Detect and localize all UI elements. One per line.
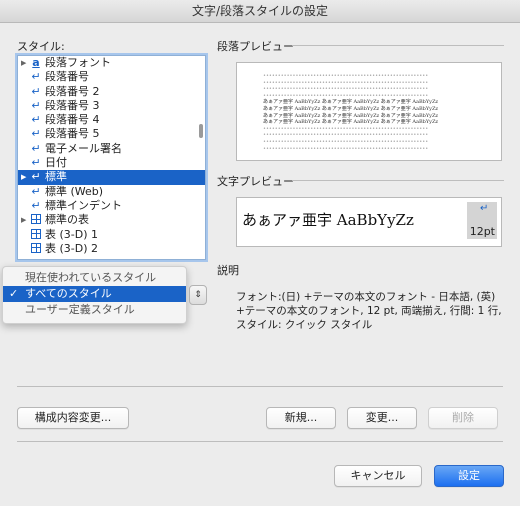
paragraph-style-icon: ↵: [31, 127, 41, 141]
style-name: 段落番号: [45, 70, 89, 84]
character-preview-sample: あぁアァ亜宇 AaBbYyZz: [242, 211, 414, 229]
cancel-button[interactable]: キャンセル: [334, 465, 422, 487]
description-label: 説明: [217, 264, 239, 277]
paragraph-preview-text: ••••••••••••••••••••••••••••••••••••••••…: [263, 73, 475, 152]
delete-style-button[interactable]: 削除: [428, 407, 498, 429]
table-style-icon: [29, 242, 43, 256]
divider: [292, 180, 504, 181]
disclosure-triangle-icon[interactable]: ▶: [21, 56, 29, 70]
style-name: 表 (3-D) 2: [45, 241, 99, 255]
filter-option-all[interactable]: ✓ すべてのスタイル: [3, 286, 186, 302]
paragraph-style-icon: ↵: [31, 98, 41, 112]
option-label: 現在使われているスタイル: [25, 271, 157, 284]
paragraph-style-icon: ↵: [31, 84, 41, 98]
style-name: 段落フォント: [45, 56, 111, 69]
style-list-item[interactable]: ↵ 段落番号: [18, 70, 205, 84]
style-name: 段落番号 5: [45, 127, 100, 141]
description-text: フォント:(日) +テーマの本文のフォント - 日本語, (英) +テーマの本文…: [236, 290, 506, 332]
paragraph-style-icon: ↵: [31, 184, 41, 198]
style-list-item[interactable]: ↵ 段落番号 4: [18, 113, 205, 127]
disclosure-triangle-icon[interactable]: ▶: [21, 170, 29, 184]
paragraph-style-icon: ↵: [31, 113, 41, 127]
preview-filler-line: ••••••••••••••••••••••••••••••••••••••••…: [263, 79, 429, 86]
style-list-item[interactable]: ▶ ↵ 標準: [18, 170, 205, 185]
style-list-item[interactable]: ↵ 段落番号 3: [18, 99, 205, 113]
paragraph-preview-label: 段落プレビュー: [217, 40, 294, 53]
style-list-item[interactable]: 表 (3-D) 1: [18, 228, 205, 242]
paragraph-style-icon: ↵: [31, 198, 41, 212]
preview-sample-line: あぁアァ亜宇 AaBbYyZz あぁアァ亜宇 AaBbYyZz あぁアァ亜宇 A…: [263, 99, 439, 106]
preview-filler-line: ••••••••••••••••••••••••••••••••••••••••…: [263, 138, 429, 145]
paragraph-style-icon: ↵: [31, 70, 41, 84]
preview-filler-line: ••••••••••••••••••••••••••••••••••••••••…: [263, 73, 429, 79]
style-name: 日付: [45, 156, 67, 170]
font-size-badge: 12pt: [469, 225, 495, 238]
style-list[interactable]: ▶ a 段落フォント ↵ 段落番号 ↵ 段落番号 2 ↵ 段落番号 3 ↵ 段落番号 4 ↵ 段落番号 …: [17, 55, 206, 260]
paragraph-preview-box: ••••••••••••••••••••••••••••••••••••••••…: [236, 62, 502, 161]
character-preview-label: 文字プレビュー: [217, 175, 294, 188]
list-scrollbar[interactable]: [199, 124, 203, 138]
preview-filler-line: ••••••••••••••••••••••••••••••••••••••••…: [263, 145, 429, 152]
apply-button[interactable]: 設定: [434, 465, 504, 487]
style-list-item[interactable]: ↵ 段落番号 5: [18, 127, 205, 141]
styles-label: スタイル:: [17, 40, 65, 53]
style-list-item[interactable]: 表 (3-D) 2: [18, 242, 205, 256]
organizer-button[interactable]: 構成内容変更...: [17, 407, 129, 429]
style-name: 標準インデント: [45, 198, 122, 212]
description-line: スタイル: クイック スタイル: [236, 319, 373, 331]
style-name: 電子メール署名: [45, 141, 122, 155]
paragraph-style-icon: ↵: [31, 170, 41, 184]
description-line: +テーマの本文のフォント, 12 pt, 両端揃え, 行間: 1 行,: [236, 305, 502, 317]
style-name: 段落番号 2: [45, 84, 100, 98]
description-line: フォント:(日) +テーマの本文のフォント - 日本語, (英): [236, 291, 496, 303]
style-name: 標準: [45, 170, 67, 184]
style-name: 段落番号 3: [45, 98, 100, 112]
paragraph-style-icon: ↵: [31, 156, 41, 170]
filter-popup-button[interactable]: ⇕: [189, 285, 207, 305]
table-style-icon: [29, 228, 43, 242]
style-filter-menu[interactable]: 現在使われているスタイル ✓ すべてのスタイル ユーザー定義スタイル: [2, 266, 187, 324]
filter-option-user-defined[interactable]: ユーザー定義スタイル: [3, 302, 186, 318]
option-label: ユーザー定義スタイル: [25, 303, 135, 316]
style-list-item[interactable]: ↵ 電子メール署名: [18, 142, 205, 156]
paragraph-style-icon: ↵: [31, 141, 41, 155]
divider: [292, 45, 504, 46]
return-icon: ↵: [480, 203, 489, 214]
window-title: 文字/段落スタイルの設定: [0, 0, 520, 23]
divider: [17, 386, 503, 387]
preview-filler-line: ••••••••••••••••••••••••••••••••••••••••…: [263, 86, 429, 93]
style-list-item[interactable]: ↵ 標準 (Web): [18, 185, 205, 199]
style-name: 表 (3-D) 1: [45, 227, 99, 241]
style-list-item[interactable]: ↵ 日付: [18, 156, 205, 170]
checkmark-icon: ✓: [9, 287, 19, 300]
preview-sample-line: あぁアァ亜宇 AaBbYyZz あぁアァ亜宇 AaBbYyZz あぁアァ亜宇 A…: [263, 105, 439, 112]
style-list-item[interactable]: ▶ 標準の表: [18, 213, 205, 227]
preview-sample-line: あぁアァ亜宇 AaBbYyZz あぁアァ亜宇 AaBbYyZz あぁアァ亜宇 A…: [263, 119, 439, 126]
divider: [17, 441, 503, 442]
table-style-icon: [29, 213, 43, 227]
up-down-chevron-icon: ⇕: [194, 290, 202, 300]
preview-filler-line: ••••••••••••••••••••••••••••••••••••••••…: [263, 132, 429, 139]
style-list-item[interactable]: ↵ 段落番号 2: [18, 85, 205, 99]
style-list-item[interactable]: ↵ 標準インデント: [18, 199, 205, 213]
style-name: 標準の表: [45, 213, 89, 227]
style-name: 標準 (Web): [45, 184, 104, 198]
style-name: 段落番号 4: [45, 113, 100, 127]
style-list-item[interactable]: ▶ a 段落フォント: [18, 56, 205, 70]
filter-option-in-use[interactable]: 現在使われているスタイル: [3, 270, 186, 286]
preview-filler-line: ••••••••••••••••••••••••••••••••••••••••…: [263, 125, 429, 132]
character-style-icon: a: [32, 56, 40, 69]
modify-style-button[interactable]: 変更...: [347, 407, 417, 429]
option-label: すべてのスタイル: [25, 287, 112, 300]
disclosure-triangle-icon[interactable]: ▶: [21, 213, 29, 227]
new-style-button[interactable]: 新規...: [266, 407, 336, 429]
